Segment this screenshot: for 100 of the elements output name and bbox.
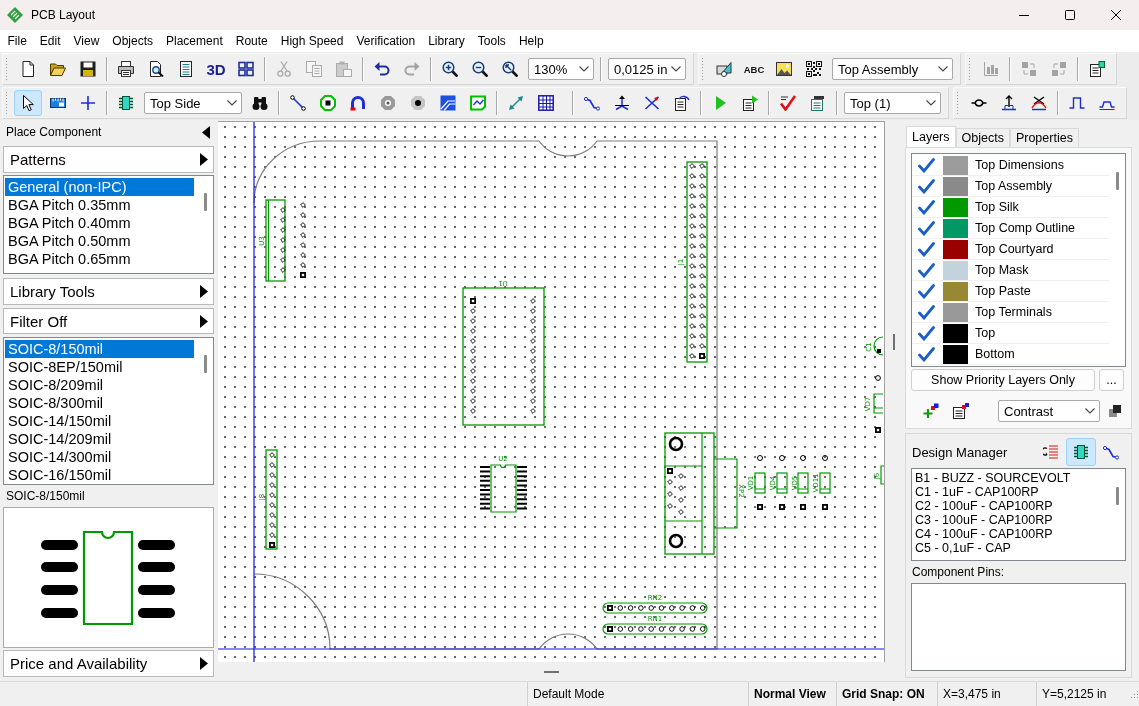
- left-triangle-icon[interactable]: [202, 125, 210, 139]
- splitter-handle[interactable]: [544, 670, 559, 673]
- list-item[interactable]: BGA Pitch 0.65mm: [5, 250, 194, 268]
- list-item[interactable]: C3 - 100uF - CAP100RP: [913, 513, 1107, 527]
- plus-squares-icon: [922, 403, 939, 419]
- check-icon[interactable]: [918, 157, 935, 173]
- panel-title: Design Manager: [912, 444, 1009, 460]
- tab[interactable]: Properties: [1009, 128, 1079, 147]
- menu-item[interactable]: Edit: [33, 30, 68, 52]
- filter-button[interactable]: Filter Off: [3, 308, 214, 334]
- maximize-icon: [1065, 10, 1075, 20]
- display-mode-dropdown[interactable]: Contrast: [998, 400, 1100, 422]
- document-squares-icon: [952, 403, 969, 419]
- tab[interactable]: Objects: [955, 128, 1010, 147]
- layer-name: Top Mask: [975, 263, 1029, 277]
- diode-footprint-drawing: [754, 455, 766, 510]
- folder-icon: [50, 61, 66, 77]
- check-mark-icon: [780, 95, 796, 111]
- soic-footprint-drawing: [479, 464, 528, 513]
- menu-item[interactable]: Tools: [471, 30, 513, 52]
- list-item[interactable]: SOIC-8/209mil: [5, 376, 194, 394]
- tab[interactable]: Layers: [906, 126, 956, 147]
- patterns-button[interactable]: Patterns: [3, 146, 214, 173]
- cross-curve-icon: [1031, 95, 1047, 111]
- layer-dropdown[interactable]: Top (1): [844, 92, 941, 114]
- list-item[interactable]: SOIC-14/300mil: [5, 448, 194, 466]
- resize-grip-icon[interactable]: [1129, 689, 1139, 699]
- diagonal-arrow-icon: [508, 95, 524, 111]
- menu-item[interactable]: High Speed: [274, 30, 350, 52]
- check-icon[interactable]: [918, 178, 935, 194]
- list-item[interactable]: C2 - 100uF - CAP100RP: [913, 499, 1107, 513]
- menu-item[interactable]: Library: [421, 30, 472, 52]
- layer-name: Top Silk: [975, 200, 1019, 214]
- text-tool-button[interactable]: ABC: [740, 56, 768, 82]
- check-icon[interactable]: [918, 283, 935, 299]
- route-icon: [1103, 444, 1119, 460]
- list-item[interactable]: General (non-IPC): [5, 178, 194, 196]
- menu-item[interactable]: Route: [229, 30, 275, 52]
- board-side-dropdown[interactable]: Top Side: [144, 92, 242, 114]
- list-item[interactable]: BGA Pitch 0.50mm: [5, 232, 194, 250]
- check-icon[interactable]: [918, 241, 935, 257]
- toolbar-grip-handle[interactable]: [701, 57, 704, 81]
- menu-item[interactable]: Help: [512, 30, 551, 52]
- minimize-icon: [1019, 14, 1029, 16]
- menu-item[interactable]: Verification: [349, 30, 422, 52]
- list-item[interactable]: B1 - BUZZ - SOURCEVOLT: [913, 471, 1107, 485]
- priority-layers-button[interactable]: Show Priority Layers Only: [911, 369, 1095, 391]
- document-play-icon: [742, 95, 758, 111]
- 3d-view-button[interactable]: 3D: [202, 56, 230, 82]
- check-icon[interactable]: [918, 325, 935, 341]
- capacitor-footprint-drawing: [873, 336, 884, 381]
- route-icon: [584, 95, 600, 111]
- check-icon[interactable]: [918, 220, 935, 236]
- list-item[interactable]: BGA Pitch 0.40mm: [5, 214, 194, 232]
- list-item[interactable]: C1 - 1uF - CAP100RP: [913, 485, 1107, 499]
- caret-icon: [579, 66, 589, 72]
- fanout-icon: [614, 95, 630, 111]
- menu-item[interactable]: Placement: [159, 30, 230, 52]
- check-icon[interactable]: [918, 199, 935, 215]
- splitter-handle[interactable]: [893, 334, 895, 350]
- select-tool-button[interactable]: [14, 90, 42, 116]
- polygon-icon: [470, 95, 486, 111]
- diode-footprint-drawing: [797, 455, 809, 510]
- toolbar-grip-handle[interactable]: [5, 91, 8, 115]
- layer-dropdown[interactable]: Top Assembly: [832, 58, 953, 80]
- list-item[interactable]: C4 - 100uF - CAP100RP: [913, 527, 1107, 541]
- list-item[interactable]: SOIC-16/150mil: [5, 466, 194, 484]
- list-item[interactable]: SOIC-14/209mil: [5, 430, 194, 448]
- scrollbar-thumb[interactable]: [203, 355, 207, 373]
- layer-name: Top Assembly: [975, 179, 1053, 193]
- list-item[interactable]: SOIC-8/150mil: [5, 340, 194, 358]
- toolbar-grip-handle[interactable]: [5, 57, 8, 81]
- layer-name: Top Courtyard: [975, 242, 1054, 256]
- price-availability-button[interactable]: Price and Availability: [3, 650, 214, 677]
- list-item[interactable]: SOIC-8/300mil: [5, 394, 194, 412]
- check-icon[interactable]: [918, 304, 935, 320]
- scrollbar-thumb[interactable]: [203, 193, 207, 211]
- list-item[interactable]: SOIC-8EP/150mil: [5, 358, 194, 376]
- scrollbar-thumb[interactable]: [1115, 172, 1119, 190]
- list-item[interactable]: C5 - 0,1uF - CAP: [913, 541, 1107, 555]
- right-triangle-icon: [200, 657, 208, 670]
- menu-item[interactable]: View: [67, 30, 106, 52]
- toolbar-grip-handle[interactable]: [968, 57, 971, 81]
- grid-step-dropdown[interactable]: 0,0125 in: [608, 58, 686, 80]
- components-view-button[interactable]: [1066, 438, 1096, 466]
- menu-item[interactable]: Objects: [105, 30, 160, 52]
- list-item[interactable]: BGA Pitch 0.35mm: [5, 196, 194, 214]
- copy-icon: [306, 61, 322, 77]
- scrollbar-thumb[interactable]: [1115, 487, 1119, 505]
- library-tools-button[interactable]: Library Tools: [3, 278, 214, 305]
- menu-item[interactable]: File: [1, 30, 34, 52]
- list-item[interactable]: SOIC-14/150mil: [5, 412, 194, 430]
- zoom-dropdown[interactable]: 130%: [528, 58, 594, 80]
- pulse-icon: [1069, 95, 1085, 111]
- check-icon[interactable]: [918, 262, 935, 278]
- check-icon[interactable]: [918, 346, 935, 362]
- toolbar-grip-handle[interactable]: [956, 91, 959, 115]
- more-button[interactable]: ...: [1099, 369, 1124, 391]
- pin-header-footprint-drawing: [880, 465, 884, 485]
- diode-footprint-drawing: [776, 455, 788, 510]
